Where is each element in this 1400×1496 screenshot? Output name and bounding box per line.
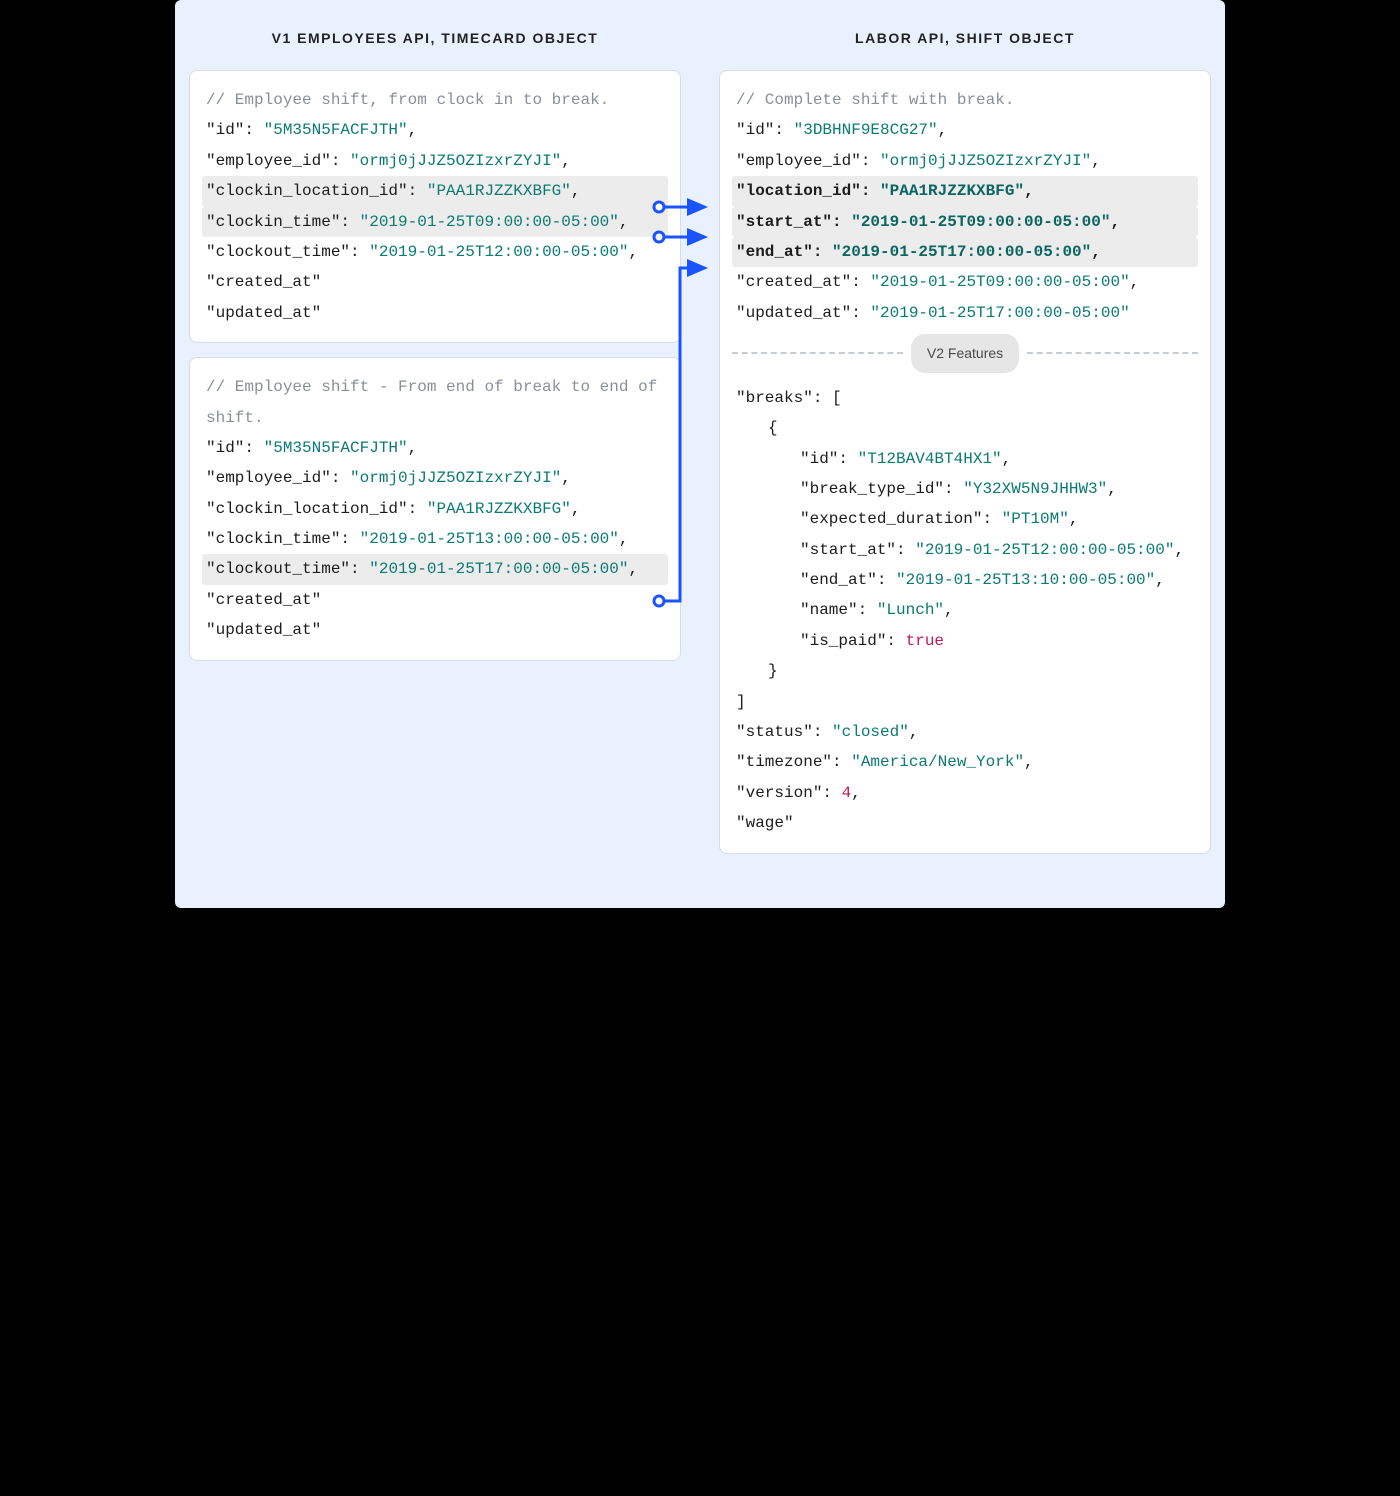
code-line: "start_at": "2019-01-25T12:00:00-05:00",: [732, 535, 1198, 565]
code-line: "id": "5M35N5FACFJTH",: [202, 433, 668, 463]
divider-line: [732, 352, 903, 355]
code-line: "id": "3DBHNF9E8CG27",: [732, 115, 1198, 145]
code-line: "status": "closed",: [732, 717, 1198, 747]
code-line: "created_at": [202, 267, 668, 297]
code-line: "employee_id": "ormj0jJJZ5OZIzxrZYJI",: [202, 463, 668, 493]
code-line: "created_at": "2019-01-25T09:00:00-05:00…: [732, 267, 1198, 297]
v2-features-badge: V2 Features: [911, 334, 1019, 373]
code-line-highlight: "clockin_time": "2019-01-25T09:00:00-05:…: [202, 207, 668, 237]
code-line: "employee_id": "ormj0jJJZ5OZIzxrZYJI",: [732, 146, 1198, 176]
code-line: {: [732, 413, 1198, 443]
code-line: "version": 4,: [732, 778, 1198, 808]
code-line-highlight: "clockout_time": "2019-01-25T17:00:00-05…: [202, 554, 668, 584]
code-line-highlight-bold: "start_at": "2019-01-25T09:00:00-05:00",: [732, 207, 1198, 237]
divider-line: [1027, 352, 1198, 355]
right-column-header: LABOR API, SHIFT OBJECT: [719, 0, 1211, 70]
code-line: "updated_at": "2019-01-25T17:00:00-05:00…: [732, 298, 1198, 328]
left-card-2: // Employee shift - From end of break to…: [189, 357, 681, 661]
right-card: // Complete shift with break. "id": "3DB…: [719, 70, 1211, 854]
code-line: "end_at": "2019-01-25T13:10:00-05:00",: [732, 565, 1198, 595]
comment: // Complete shift with break.: [732, 85, 1198, 115]
code-line: "clockin_time": "2019-01-25T13:00:00-05:…: [202, 524, 668, 554]
v2-features-divider: V2 Features: [732, 334, 1198, 373]
comment: // Employee shift, from clock in to brea…: [202, 85, 668, 115]
code-line: "created_at": [202, 585, 668, 615]
code-line: "wage": [732, 808, 1198, 838]
code-line: "expected_duration": "PT10M",: [732, 504, 1198, 534]
code-line-highlight: "clockin_location_id": "PAA1RJZZKXBFG",: [202, 176, 668, 206]
code-line: "clockin_location_id": "PAA1RJZZKXBFG",: [202, 494, 668, 524]
columns: V1 EMPLOYEES API, TIMECARD OBJECT // Emp…: [189, 0, 1211, 868]
code-line: "is_paid": true: [732, 626, 1198, 656]
code-line: "break_type_id": "Y32XW5N9JHHW3",: [732, 474, 1198, 504]
code-line: "employee_id": "ormj0jJJZ5OZIzxrZYJI",: [202, 146, 668, 176]
left-card-1: // Employee shift, from clock in to brea…: [189, 70, 681, 343]
code-line: "updated_at": [202, 615, 668, 645]
left-column: V1 EMPLOYEES API, TIMECARD OBJECT // Emp…: [189, 0, 681, 868]
code-line: ]: [732, 687, 1198, 717]
code-line: "breaks": [: [732, 383, 1198, 413]
code-line-highlight-bold: "end_at": "2019-01-25T17:00:00-05:00",: [732, 237, 1198, 267]
right-column: LABOR API, SHIFT OBJECT // Complete shif…: [719, 0, 1211, 868]
code-line: "name": "Lunch",: [732, 595, 1198, 625]
diagram-canvas: V1 EMPLOYEES API, TIMECARD OBJECT // Emp…: [175, 0, 1225, 908]
code-line: "id": "5M35N5FACFJTH",: [202, 115, 668, 145]
code-line: "timezone": "America/New_York",: [732, 747, 1198, 777]
comment: // Employee shift - From end of break to…: [202, 372, 668, 433]
left-column-header: V1 EMPLOYEES API, TIMECARD OBJECT: [189, 0, 681, 70]
code-line: "id": "T12BAV4BT4HX1",: [732, 444, 1198, 474]
code-line: }: [732, 656, 1198, 686]
code-line: "clockout_time": "2019-01-25T12:00:00-05…: [202, 237, 668, 267]
code-line: "updated_at": [202, 298, 668, 328]
code-line-highlight-bold: "location_id": "PAA1RJZZKXBFG",: [732, 176, 1198, 206]
